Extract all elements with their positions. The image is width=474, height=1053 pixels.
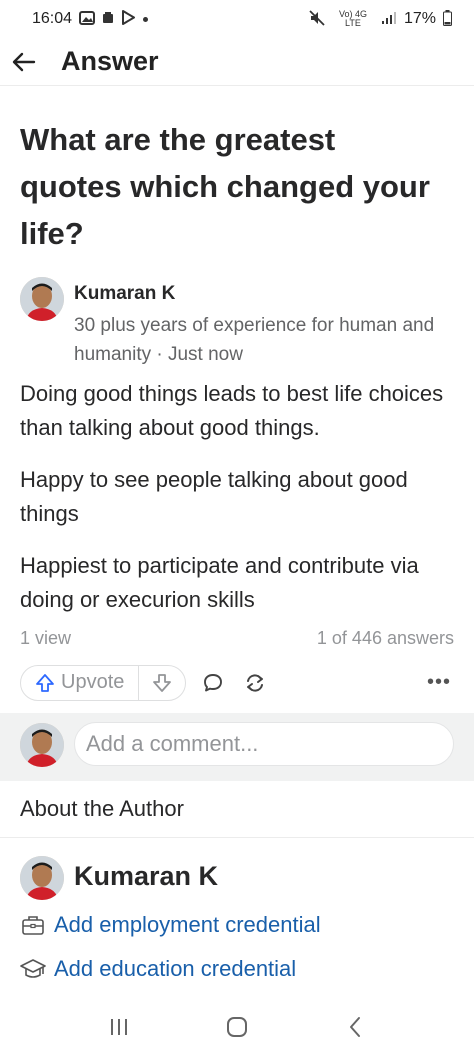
answer-paragraph: Doing good things leads to best life cho…	[20, 381, 444, 440]
system-back-button[interactable]	[335, 1007, 375, 1047]
upvote-label: Upvote	[61, 671, 125, 693]
section-divider	[0, 837, 474, 838]
comment-input[interactable]: Add a comment...	[74, 722, 454, 766]
author-avatar[interactable]	[20, 277, 64, 321]
add-education-link[interactable]: Add education credential	[20, 956, 296, 982]
question-title[interactable]: What are the greatest quotes which chang…	[20, 116, 440, 257]
app-header: Answer	[0, 38, 474, 86]
about-author-name[interactable]: Kumaran K	[74, 861, 218, 892]
comment-bubble-icon	[204, 673, 223, 691]
mute-icon	[309, 9, 325, 29]
battery-icon	[443, 9, 452, 29]
view-count: 1 view	[20, 628, 72, 648]
add-education-label: Add education credential	[54, 956, 297, 981]
recent-apps-icon	[111, 1018, 127, 1035]
author-name[interactable]: Kumaran K	[74, 283, 175, 305]
user-avatar	[20, 723, 64, 767]
reshare-icon	[247, 673, 264, 692]
chevron-left-icon	[350, 1016, 360, 1037]
answer-stats: 1 view 1 of 446 answers	[20, 628, 454, 649]
about-author-heading: About the Author	[20, 796, 184, 821]
comment-button[interactable]	[198, 668, 228, 698]
play-store-icon	[121, 10, 136, 28]
action-row: Upvote •••	[20, 664, 454, 701]
add-employment-link[interactable]: Add employment credential	[20, 912, 321, 938]
vote-pill: Upvote	[20, 664, 187, 701]
answer-paragraph: Happiest to participate and contribute v…	[20, 553, 419, 612]
briefcase-icon	[20, 912, 46, 938]
back-button[interactable]	[4, 42, 44, 82]
home-icon	[227, 1016, 247, 1037]
answer-position[interactable]: 1 of 446 answers	[317, 628, 454, 649]
downvote-arrow-icon	[153, 673, 172, 692]
upvote-button[interactable]: Upvote	[21, 665, 140, 700]
comment-bar: Add a comment...	[0, 713, 474, 781]
back-arrow-icon	[12, 52, 36, 71]
author-credential: 30 plus years of experience for human an…	[74, 315, 435, 365]
status-bar: 16:04 Vo) 4G LTE 17%	[0, 0, 474, 38]
gallery-icon	[79, 10, 96, 28]
status-right: Vo) 4G LTE 17%	[309, 9, 452, 29]
signal-icon	[381, 11, 397, 28]
home-button[interactable]	[217, 1007, 257, 1047]
recent-apps-button[interactable]	[99, 1007, 139, 1047]
system-nav-bar	[0, 1000, 474, 1053]
more-options-button[interactable]: •••	[424, 668, 454, 698]
add-employment-label: Add employment credential	[54, 912, 321, 937]
downvote-button[interactable]	[139, 666, 185, 700]
battery-percent: 17%	[403, 10, 436, 27]
status-left: 16:04	[32, 10, 149, 28]
network-type-icon: Vo) 4G LTE	[338, 9, 367, 28]
more-notifications-dot-icon	[143, 16, 149, 22]
status-time: 16:04	[32, 10, 73, 27]
share-button[interactable]	[240, 668, 270, 698]
page-title: Answer	[61, 46, 159, 76]
answer-paragraph: Happy to see people talking about good t…	[20, 467, 408, 526]
about-author-avatar[interactable]	[20, 856, 64, 900]
notification-icon	[102, 11, 114, 27]
upvote-arrow-icon	[36, 673, 54, 692]
graduation-cap-icon	[20, 956, 46, 982]
